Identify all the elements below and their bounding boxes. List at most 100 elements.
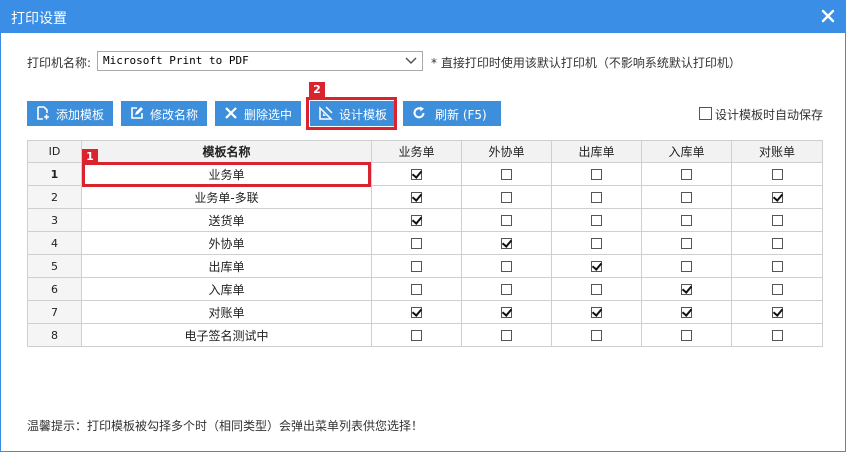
- outbound-order-checkbox[interactable]: [591, 215, 602, 226]
- inbound-order-checkbox[interactable]: [681, 284, 692, 295]
- check-cell-outbound-order: [551, 277, 642, 301]
- statement-checkbox[interactable]: [771, 307, 783, 318]
- inbound-order-checkbox[interactable]: [681, 238, 692, 249]
- business-order-checkbox[interactable]: [411, 238, 422, 249]
- outsourcing-order-checkbox[interactable]: [501, 307, 512, 318]
- design-step-badge: 2: [309, 82, 325, 98]
- statement-checkbox[interactable]: [771, 284, 783, 295]
- outsourcing-order-checkbox[interactable]: [501, 261, 512, 272]
- check-cell-business-order: [371, 254, 462, 278]
- printer-label: 打印机名称:: [27, 56, 92, 70]
- autosave-checkbox[interactable]: [699, 107, 712, 120]
- business-order-checkbox[interactable]: [411, 215, 422, 226]
- inbound-order-checkbox[interactable]: [681, 261, 692, 272]
- business-order-checkbox[interactable]: [411, 261, 422, 272]
- statement-checkbox[interactable]: [771, 261, 783, 272]
- template-name-cell[interactable]: 业务单: [81, 162, 372, 186]
- check-cell-inbound-order: [641, 162, 732, 186]
- business-order-checkbox[interactable]: [411, 330, 422, 341]
- design-template-button[interactable]: 设计模板: [310, 101, 396, 126]
- name-step-badge: 1: [82, 149, 98, 165]
- table-row[interactable]: 3 送货单: [27, 208, 823, 232]
- table-row[interactable]: 8 电子签名测试中: [27, 323, 823, 347]
- table-row[interactable]: 2 业务单-多联: [27, 185, 823, 209]
- check-cell-outsourcing-order: [461, 277, 552, 301]
- outbound-order-checkbox[interactable]: [591, 261, 602, 272]
- printer-selected-value: Microsoft Print to PDF: [103, 54, 249, 67]
- outsourcing-order-checkbox[interactable]: [501, 192, 512, 203]
- statement-checkbox[interactable]: [771, 169, 783, 180]
- title-bar: 打印设置: [1, 1, 845, 33]
- business-order-checkbox[interactable]: [411, 284, 422, 295]
- close-button[interactable]: [819, 7, 837, 25]
- check-cell-inbound-order: [641, 185, 732, 209]
- business-order-checkbox[interactable]: [411, 192, 422, 203]
- autosave-label: 设计模板时自动保存: [715, 108, 824, 122]
- table-row[interactable]: 5 出库单: [27, 254, 823, 278]
- inbound-order-checkbox[interactable]: [681, 307, 692, 318]
- chevron-down-icon: [405, 57, 417, 65]
- inbound-order-checkbox[interactable]: [681, 330, 692, 341]
- outsourcing-order-checkbox[interactable]: [501, 238, 512, 249]
- rename-button[interactable]: 修改名称: [121, 101, 207, 126]
- outbound-order-checkbox[interactable]: [591, 192, 602, 203]
- outbound-order-checkbox[interactable]: [591, 238, 602, 249]
- close-icon: [821, 9, 835, 23]
- check-cell-business-order: [371, 277, 462, 301]
- header-outbound-order: 出库单: [551, 140, 642, 163]
- template-name-cell[interactable]: 外协单: [81, 231, 372, 255]
- row-id: 4: [27, 231, 82, 255]
- inbound-order-checkbox[interactable]: [681, 169, 692, 180]
- outbound-order-checkbox[interactable]: [591, 307, 602, 318]
- refresh-button[interactable]: 刷新 (F5): [403, 101, 501, 126]
- outsourcing-order-checkbox[interactable]: [501, 330, 512, 341]
- table-row[interactable]: 7 对账单: [27, 300, 823, 324]
- table-row[interactable]: 6 入库单: [27, 277, 823, 301]
- outbound-order-checkbox[interactable]: [591, 330, 602, 341]
- check-cell-inbound-order: [641, 300, 732, 324]
- delete-selected-button[interactable]: 删除选中: [215, 101, 301, 126]
- check-cell-business-order: [371, 208, 462, 232]
- header-outsourcing-order: 外协单: [461, 140, 552, 163]
- template-name-cell[interactable]: 出库单: [81, 254, 372, 278]
- add-template-label: 添加模板: [56, 108, 105, 122]
- hint-text: 温馨提示：打印模板被勾择多个时（相同类型）会弹出菜单列表供您选择！: [27, 419, 424, 433]
- outsourcing-order-checkbox[interactable]: [501, 215, 512, 226]
- check-cell-inbound-order: [641, 277, 732, 301]
- check-cell-inbound-order: [641, 208, 732, 232]
- row-id: 6: [27, 277, 82, 301]
- autosave-option[interactable]: 设计模板时自动保存: [699, 106, 823, 123]
- table-row[interactable]: 4 外协单: [27, 231, 823, 255]
- check-cell-statement: [731, 185, 823, 209]
- inbound-order-checkbox[interactable]: [681, 215, 692, 226]
- printer-note: * 直接打印时使用该默认打印机（不影响系统默认打印机）: [431, 56, 741, 70]
- row-id: 1: [27, 162, 82, 186]
- statement-checkbox[interactable]: [771, 192, 783, 203]
- statement-checkbox[interactable]: [771, 215, 783, 226]
- table-row[interactable]: 1 业务单: [27, 162, 823, 186]
- header-template-name: 模板名称: [81, 140, 372, 163]
- statement-checkbox[interactable]: [771, 238, 783, 249]
- check-cell-business-order: [371, 185, 462, 209]
- template-name-cell[interactable]: 电子签名测试中: [81, 323, 372, 347]
- check-cell-business-order: [371, 323, 462, 347]
- inbound-order-checkbox[interactable]: [681, 192, 692, 203]
- add-template-button[interactable]: 添加模板: [27, 101, 113, 126]
- header-business-order: 业务单: [371, 140, 462, 163]
- template-name-cell[interactable]: 入库单: [81, 277, 372, 301]
- outbound-order-checkbox[interactable]: [591, 284, 602, 295]
- printer-select[interactable]: Microsoft Print to PDF: [97, 51, 423, 71]
- check-cell-statement: [731, 231, 823, 255]
- outsourcing-order-checkbox[interactable]: [501, 169, 512, 180]
- outsourcing-order-checkbox[interactable]: [501, 284, 512, 295]
- business-order-checkbox[interactable]: [411, 169, 422, 180]
- statement-checkbox[interactable]: [771, 330, 783, 341]
- template-name-cell[interactable]: 对账单: [81, 300, 372, 324]
- outbound-order-checkbox[interactable]: [591, 169, 602, 180]
- template-name-cell[interactable]: 送货单: [81, 208, 372, 232]
- check-cell-outsourcing-order: [461, 208, 552, 232]
- business-order-checkbox[interactable]: [411, 307, 422, 318]
- check-cell-outsourcing-order: [461, 185, 552, 209]
- template-name-cell[interactable]: 业务单-多联: [81, 185, 372, 209]
- check-cell-statement: [731, 254, 823, 278]
